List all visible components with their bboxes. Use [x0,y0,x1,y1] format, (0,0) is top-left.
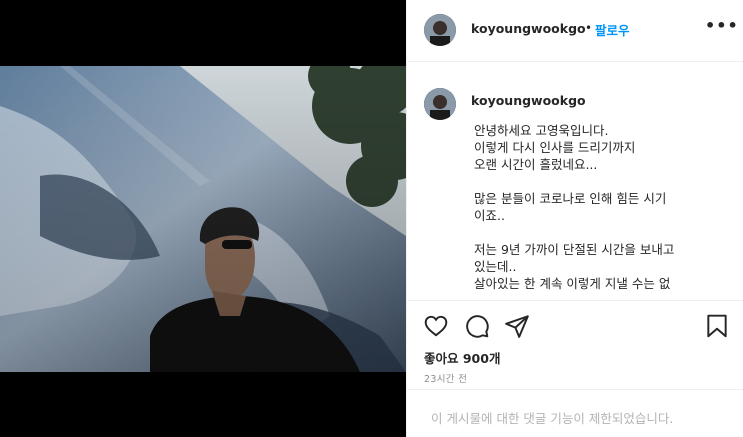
author-avatar[interactable] [424,14,456,46]
comment-area: 이 게시물에 대한 댓글 기능이 제한되었습니다. [407,389,743,437]
caption-paragraph: 안녕하세요 고영욱입니다. 이렇게 다시 인사를 드리기까지 오랜 시간이 흘렀… [474,122,724,173]
heart-icon[interactable] [423,313,449,339]
caption-text: 안녕하세요 고영욱입니다. 이렇게 다시 인사를 드리기까지 오랜 시간이 흘렀… [474,122,724,292]
caption-line: 있는데.. [474,259,517,274]
comments-disabled-notice: 이 게시물에 대한 댓글 기능이 제한되었습니다. [431,411,674,426]
likes-count[interactable]: 좋아요 900개 [424,348,500,367]
caption-line: 이죠.. [474,208,505,223]
post-photo[interactable] [0,66,406,372]
caption-author-username[interactable]: koyoungwookgo [471,93,586,108]
separator-dot: • [585,21,593,35]
caption-paragraph: 많은 분들이 코로나로 인해 힘든 시기 이죠.. [474,190,724,224]
post-caption: koyoungwookgo 안녕하세요 고영욱입니다. 이렇게 다시 인사를 드… [407,62,743,300]
share-icon[interactable] [504,313,530,339]
caption-line: 안녕하세요 고영욱입니다. [474,123,609,138]
caption-line: 많은 분들이 코로나로 인해 힘든 시기 [474,191,667,206]
instagram-post-modal: koyoungwookgo • 팔로우 ••• koyoungwookgo 안녕… [0,0,743,437]
post-side-panel: koyoungwookgo • 팔로우 ••• koyoungwookgo 안녕… [406,0,743,437]
post-timestamp[interactable]: 23시간 전 [424,371,467,385]
caption-line: 저는 9년 가까이 단절된 시간을 보내고 [474,242,675,257]
comment-icon[interactable] [464,313,490,339]
caption-line: 오랜 시간이 흘렀네요... [474,157,598,172]
caption-line: 살아있는 한 계속 이렇게 지낼 수는 없 [474,276,671,291]
post-header: koyoungwookgo • 팔로우 ••• [407,0,743,62]
author-username[interactable]: koyoungwookgo [471,21,586,36]
caption-author-avatar[interactable] [424,88,456,120]
post-media-pane [0,0,406,437]
caption-line: 이렇게 다시 인사를 드리기까지 [474,140,636,155]
follow-button[interactable]: 팔로우 [595,20,630,39]
more-options-icon[interactable]: ••• [705,16,738,36]
bookmark-icon[interactable] [704,313,730,339]
post-actions: 좋아요 900개 23시간 전 이 게시물에 대한 댓글 기능이 제한되었습니다… [407,300,743,436]
caption-paragraph: 저는 9년 가까이 단절된 시간을 보내고 있는데.. 살아있는 한 계속 이렇… [474,241,724,292]
